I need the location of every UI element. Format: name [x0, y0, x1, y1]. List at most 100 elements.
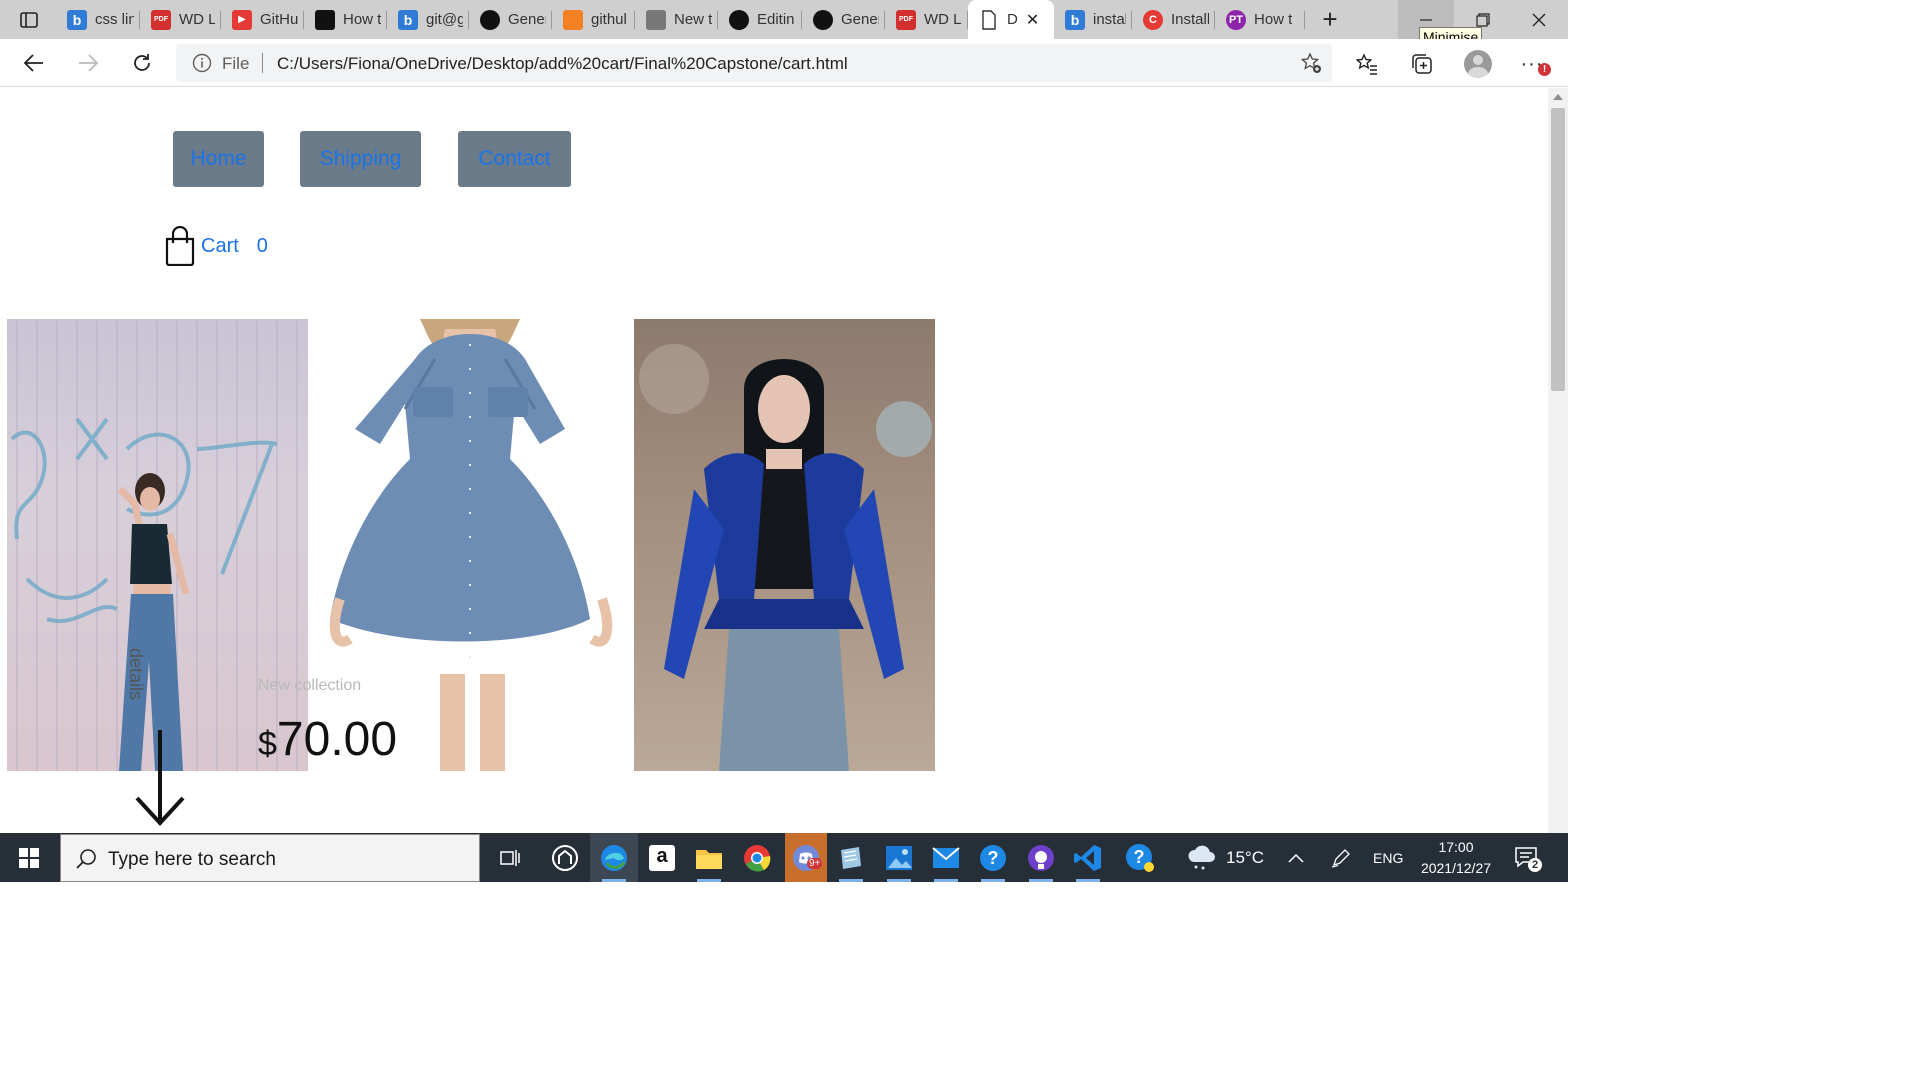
stackoverflow-icon: [563, 9, 583, 30]
pen-icon: [1331, 848, 1350, 868]
forward-button[interactable]: [72, 48, 104, 78]
taskbar-app-amazon[interactable]: a: [646, 842, 678, 874]
github-icon: [813, 9, 833, 30]
tab-title: githul: [591, 11, 627, 28]
page-scrollbar[interactable]: [1548, 88, 1568, 833]
github-icon: [729, 9, 749, 30]
system-clock[interactable]: 17:00 2021/12/27: [1410, 837, 1502, 879]
document-icon: [979, 9, 999, 30]
github-desktop-icon: [1028, 845, 1054, 871]
tab-title: WD L: [179, 11, 215, 28]
forward-arrow-icon: [79, 54, 99, 72]
tab-actions-button[interactable]: [10, 6, 48, 33]
browser-tab[interactable]: githul: [552, 0, 635, 39]
scrollbar-thumb[interactable]: [1551, 108, 1565, 391]
address-bar[interactable]: File C:/Users/Fiona/OneDrive/Desktop/add…: [176, 44, 1332, 82]
alert-badge-icon: !: [1538, 63, 1551, 76]
info-icon[interactable]: [192, 53, 212, 73]
tab-actions-icon: [20, 11, 38, 28]
taskbar-app-photos[interactable]: [883, 842, 915, 882]
scroll-up-arrow-icon[interactable]: [1553, 94, 1563, 100]
mail-icon: [932, 847, 960, 868]
tab-title: WD L: [924, 11, 962, 28]
browser-tab[interactable]: Editin: [718, 0, 802, 39]
graffiti-wall-photo: [10, 319, 298, 771]
product-image-blue-jacket[interactable]: [634, 319, 935, 771]
show-hidden-icons-button[interactable]: [1288, 833, 1304, 882]
browser-tab[interactable]: C Install: [1132, 0, 1215, 39]
browser-tab[interactable]: Gener: [802, 0, 885, 39]
tab-strip: b css lin PDF WD L ▶ GitHu How t b git@g Gener git…: [56, 0, 1305, 39]
back-button[interactable]: [18, 48, 50, 78]
tab-title: New t: [674, 11, 712, 28]
bing-icon: b: [1065, 9, 1085, 30]
search-placeholder: Type here to search: [108, 849, 276, 870]
vscode-icon: [1074, 845, 1101, 871]
weather-widget[interactable]: 15°C: [1186, 833, 1264, 882]
taskbar-app-edge[interactable]: [598, 842, 630, 882]
taskbar-app-file-explorer[interactable]: [693, 842, 725, 882]
browser-tab[interactable]: b css lin: [56, 0, 140, 39]
close-tab-icon[interactable]: ✕: [1026, 10, 1039, 30]
tab-title: How t: [1254, 11, 1293, 28]
browser-tab[interactable]: b git@g: [387, 0, 469, 39]
product-image-denim-dress[interactable]: [320, 319, 621, 771]
taskbar-app-cortana[interactable]: [549, 842, 581, 874]
details-vertical-text[interactable]: details: [125, 648, 146, 700]
product-image-jeans[interactable]: [7, 319, 308, 771]
browser-tab[interactable]: PDF WD L: [885, 0, 968, 39]
denim-dress-photo: [329, 319, 613, 771]
nav-contact-button[interactable]: Contact: [458, 131, 571, 187]
github-icon: [480, 9, 500, 30]
svg-text:?: ?: [1134, 847, 1145, 867]
notes-icon: [841, 847, 861, 869]
action-center-button[interactable]: 2: [1514, 845, 1542, 876]
taskbar-search-box[interactable]: Type here to search: [60, 834, 480, 882]
cloud-snow-icon: [1188, 845, 1215, 869]
tab-title: Install: [1171, 11, 1209, 28]
language-label: ENG: [1373, 849, 1404, 866]
language-indicator[interactable]: ENG: [1373, 833, 1403, 882]
taskbar-app-help[interactable]: ?: [977, 842, 1009, 882]
browser-tab[interactable]: How t: [304, 0, 387, 39]
arrow-down-icon[interactable]: [133, 728, 187, 828]
cart-count: 0: [256, 234, 268, 257]
taskbar-app-github-desktop[interactable]: [1025, 842, 1057, 882]
taskbar-app-help-tips[interactable]: ?: [1124, 842, 1156, 874]
browser-tab[interactable]: b install: [1054, 0, 1132, 39]
add-favorite-icon[interactable]: [1300, 52, 1322, 74]
search-icon: [76, 849, 96, 869]
close-window-button[interactable]: [1511, 0, 1567, 39]
nav-shipping-button[interactable]: Shipping: [300, 131, 421, 187]
clock-time: 17:00: [1438, 839, 1474, 855]
browser-tab[interactable]: Gener: [469, 0, 552, 39]
browser-tab[interactable]: PDF WD L: [140, 0, 221, 39]
collections-button[interactable]: [1408, 50, 1436, 78]
chevron-up-icon: [1288, 853, 1304, 863]
browser-tab[interactable]: D ✕: [968, 0, 1054, 39]
refresh-button[interactable]: [126, 48, 158, 78]
task-view-button[interactable]: [494, 842, 526, 874]
chrome-icon: [744, 845, 771, 872]
amazon-icon: a: [649, 845, 675, 871]
address-divider: [262, 53, 263, 73]
browser-tab[interactable]: ▶ GitHu: [221, 0, 304, 39]
pdf-icon: PDF: [151, 9, 171, 30]
browser-tab[interactable]: PT How t: [1215, 0, 1305, 39]
favorites-button[interactable]: [1353, 50, 1381, 78]
browser-tab[interactable]: New t: [635, 0, 718, 39]
taskbar-app-vscode[interactable]: [1072, 842, 1104, 882]
new-tab-button[interactable]: +: [1316, 6, 1344, 34]
taskbar-app-chrome[interactable]: [741, 842, 773, 874]
start-button[interactable]: [0, 833, 58, 882]
profile-avatar[interactable]: [1464, 50, 1492, 78]
url-text[interactable]: C:/Users/Fiona/OneDrive/Desktop/add%20ca…: [277, 54, 848, 74]
nav-home-button[interactable]: Home: [173, 131, 264, 187]
youtube-icon: ▶: [232, 9, 252, 30]
taskbar-app-mail[interactable]: [930, 842, 962, 882]
shopping-bag-icon: [165, 226, 195, 266]
taskbar-app-notes[interactable]: [835, 842, 867, 882]
pen-workspace-button[interactable]: [1330, 833, 1352, 882]
taskbar-app-discord[interactable]: 9+: [785, 833, 827, 882]
cart-link[interactable]: Cart 0: [165, 226, 268, 266]
